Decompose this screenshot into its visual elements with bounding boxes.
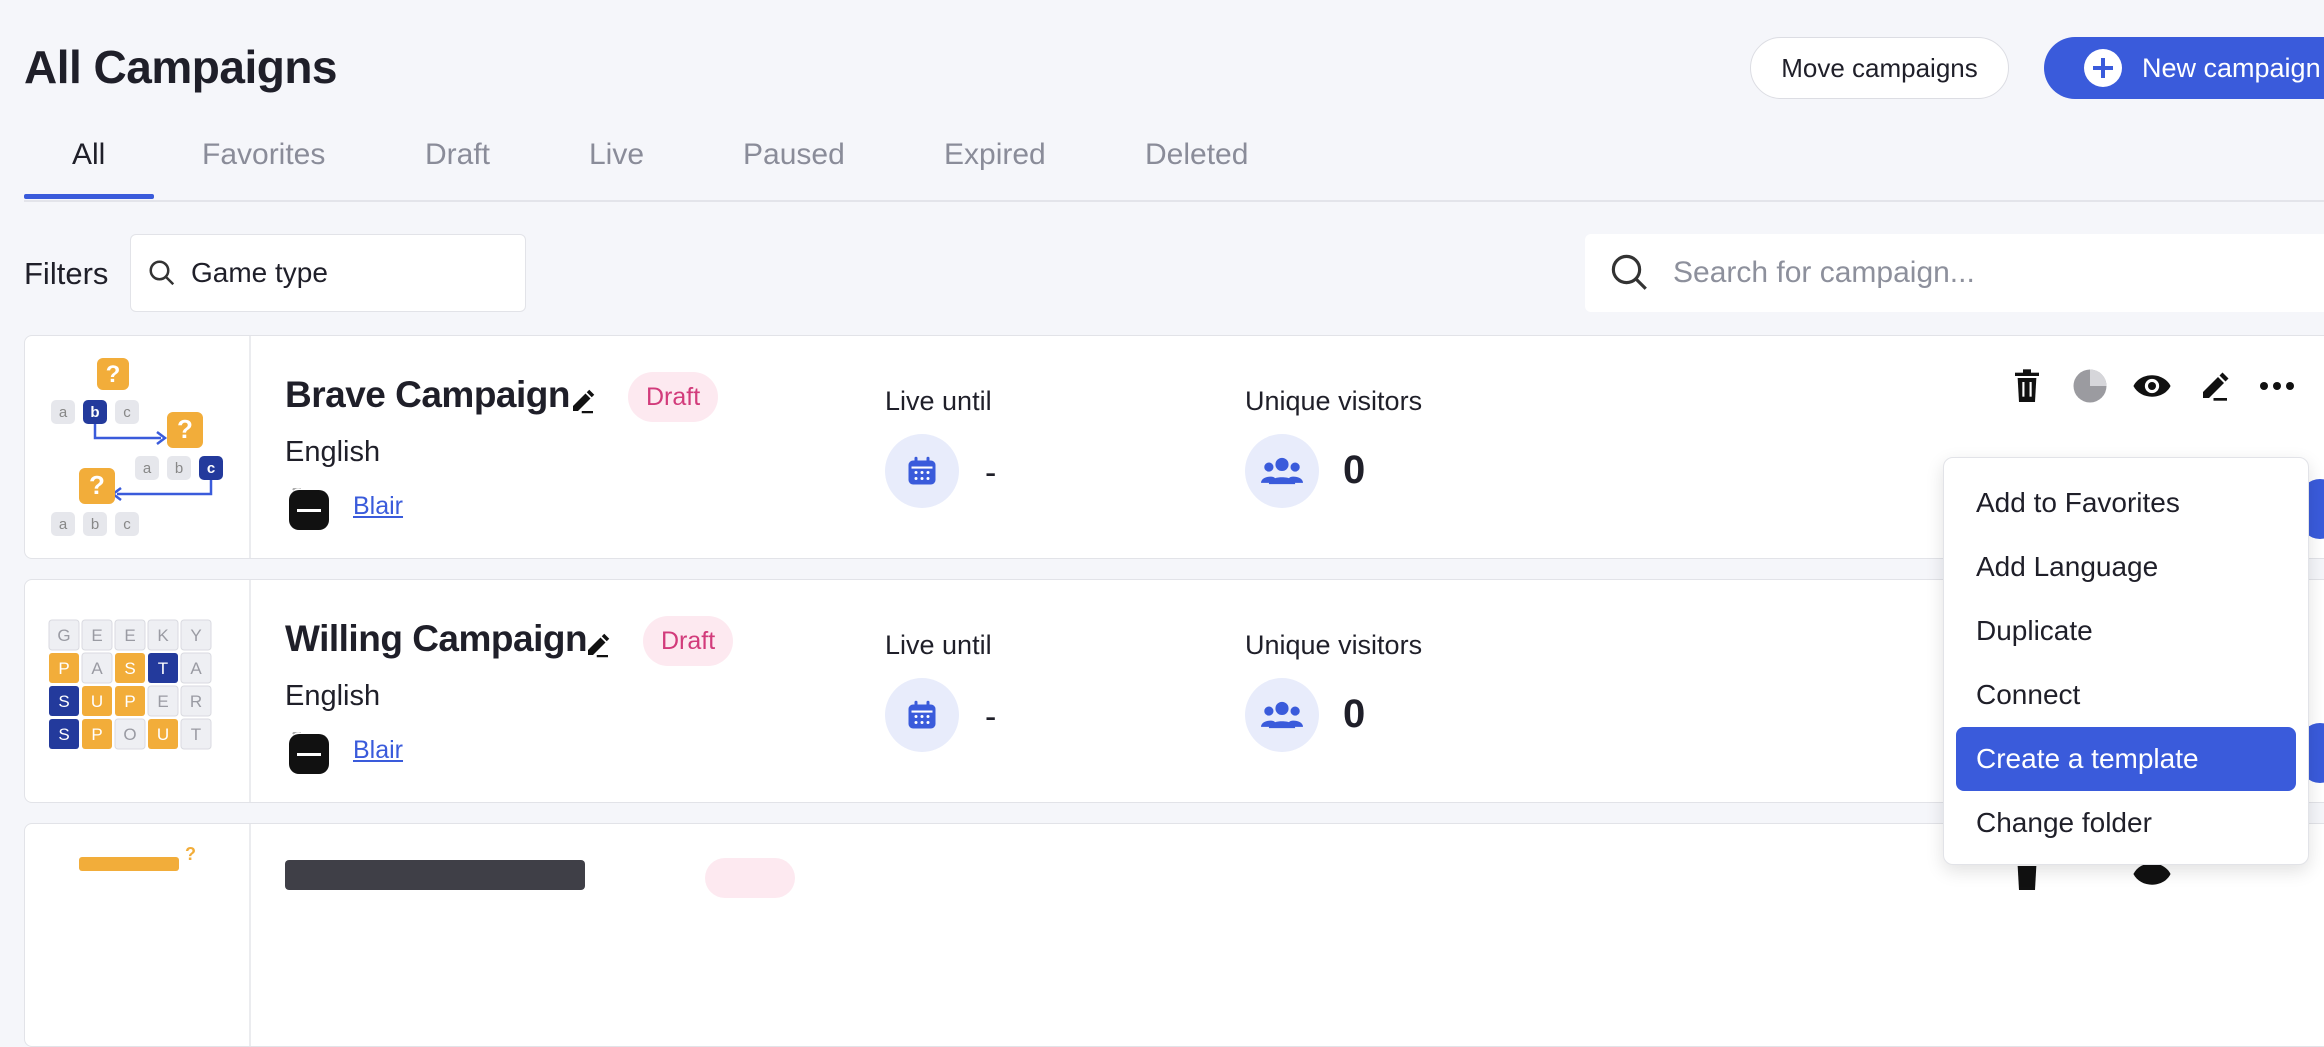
tab-deleted[interactable]: Deleted bbox=[1145, 138, 1248, 172]
more-icon[interactable] bbox=[2257, 366, 2297, 406]
svg-text:?: ? bbox=[89, 470, 105, 500]
svg-text:A: A bbox=[190, 659, 202, 678]
calendar-icon bbox=[885, 678, 959, 752]
svg-text:O: O bbox=[123, 725, 136, 744]
svg-text:R: R bbox=[190, 692, 202, 711]
filters-label: Filters bbox=[24, 256, 109, 291]
tab-expired[interactable]: Expired bbox=[944, 138, 1046, 172]
page-title: All Campaigns bbox=[24, 41, 338, 93]
search-icon bbox=[149, 260, 175, 286]
search-icon bbox=[1611, 254, 1647, 290]
status-badge: Draft bbox=[628, 372, 719, 422]
active-tab-indicator bbox=[24, 194, 154, 199]
svg-text:T: T bbox=[191, 725, 201, 744]
tab-draft[interactable]: Draft bbox=[425, 138, 490, 172]
campaign-thumbnail: ? a b c ? a b c ? a b c bbox=[25, 336, 251, 558]
svg-text:S: S bbox=[58, 725, 69, 744]
svg-text:a: a bbox=[59, 516, 68, 533]
svg-text:?: ? bbox=[106, 361, 121, 388]
svg-text:E: E bbox=[91, 626, 102, 645]
unique-visitors-label: Unique visitors bbox=[1245, 630, 1423, 660]
live-until-label: Live until bbox=[885, 630, 992, 660]
svg-text:b: b bbox=[91, 516, 99, 533]
tab-bar: All Favorites Draft Live Paused Expired … bbox=[24, 130, 2324, 202]
owner-avatar bbox=[287, 732, 331, 776]
menu-item-change-folder[interactable]: Change folder bbox=[1956, 791, 2296, 855]
users-icon bbox=[1245, 678, 1319, 752]
svg-text:P: P bbox=[124, 692, 135, 711]
plus-icon bbox=[2084, 49, 2122, 87]
menu-item-add-language[interactable]: Add Language bbox=[1956, 535, 2296, 599]
live-until-value: - bbox=[985, 698, 997, 736]
tab-favorites[interactable]: Favorites bbox=[202, 138, 325, 172]
edit-name-icon[interactable] bbox=[583, 630, 613, 660]
status-badge-partial bbox=[705, 858, 795, 898]
live-until-label: Live until bbox=[885, 386, 992, 416]
svg-text:G: G bbox=[57, 626, 70, 645]
edit-name-icon[interactable] bbox=[568, 386, 598, 416]
calendar-icon bbox=[885, 434, 959, 508]
svg-text:S: S bbox=[124, 659, 135, 678]
game-type-filter[interactable]: Game type bbox=[130, 234, 526, 312]
tab-paused[interactable]: Paused bbox=[743, 138, 845, 172]
search-placeholder: Search for campaign... bbox=[1673, 256, 1975, 289]
svg-text:T: T bbox=[158, 659, 168, 678]
svg-text:E: E bbox=[157, 692, 168, 711]
status-badge: Draft bbox=[643, 616, 734, 666]
menu-item-duplicate[interactable]: Duplicate bbox=[1956, 599, 2296, 663]
stats-icon[interactable] bbox=[2070, 366, 2110, 406]
campaign-thumbnail: G E E K Y P A S T A S U P E R S P O U T bbox=[25, 580, 251, 802]
menu-item-create-template[interactable]: Create a template bbox=[1956, 727, 2296, 791]
svg-text:A: A bbox=[91, 659, 103, 678]
campaign-language: English bbox=[285, 680, 381, 712]
owner-link[interactable]: Blair bbox=[353, 492, 403, 521]
svg-text:P: P bbox=[91, 725, 102, 744]
svg-text:?: ? bbox=[177, 414, 193, 444]
tab-live[interactable]: Live bbox=[589, 138, 644, 172]
campaign-language: English bbox=[285, 436, 381, 468]
svg-text:S: S bbox=[58, 692, 69, 711]
svg-text:c: c bbox=[207, 460, 215, 477]
move-campaigns-button[interactable]: Move campaigns bbox=[1750, 37, 2009, 99]
users-icon bbox=[1245, 434, 1319, 508]
svg-text:Y: Y bbox=[190, 626, 201, 645]
live-until-value: - bbox=[985, 454, 997, 492]
svg-text:K: K bbox=[157, 626, 169, 645]
campaign-name: Brave Campaign bbox=[285, 374, 571, 415]
eye-icon[interactable] bbox=[2132, 366, 2172, 406]
svg-text:E: E bbox=[124, 626, 135, 645]
owner-avatar bbox=[287, 488, 331, 532]
tab-all[interactable]: All bbox=[72, 138, 105, 172]
svg-text:a: a bbox=[143, 460, 152, 477]
svg-text:c: c bbox=[123, 516, 131, 533]
svg-text:U: U bbox=[157, 725, 169, 744]
svg-text:b: b bbox=[90, 404, 99, 421]
unique-visitors-label: Unique visitors bbox=[1245, 386, 1423, 416]
svg-text:a: a bbox=[59, 404, 68, 421]
svg-text:P: P bbox=[58, 659, 69, 678]
trash-icon[interactable] bbox=[2007, 366, 2047, 406]
context-menu: Add to Favorites Add Language Duplicate … bbox=[1943, 457, 2309, 865]
svg-text:c: c bbox=[123, 404, 131, 421]
menu-item-connect[interactable]: Connect bbox=[1956, 663, 2296, 727]
campaign-name: Willing Campaign bbox=[285, 618, 588, 659]
owner-link[interactable]: Blair bbox=[353, 736, 403, 765]
game-type-label: Game type bbox=[191, 257, 328, 288]
new-campaign-label: New campaign bbox=[2142, 52, 2321, 83]
svg-text:?: ? bbox=[185, 844, 196, 864]
edit-icon[interactable] bbox=[2195, 366, 2235, 406]
new-campaign-button[interactable]: New campaign bbox=[2044, 37, 2324, 99]
svg-text:U: U bbox=[91, 692, 103, 711]
svg-text:b: b bbox=[175, 460, 183, 477]
menu-item-add-to-favorites[interactable]: Add to Favorites bbox=[1956, 471, 2296, 535]
campaign-thumbnail: ? bbox=[25, 824, 251, 1046]
unique-visitors-value: 0 bbox=[1343, 692, 1366, 736]
search-input[interactable]: Search for campaign... bbox=[1585, 234, 2324, 312]
campaign-name-partial bbox=[285, 860, 585, 890]
unique-visitors-value: 0 bbox=[1343, 448, 1366, 492]
